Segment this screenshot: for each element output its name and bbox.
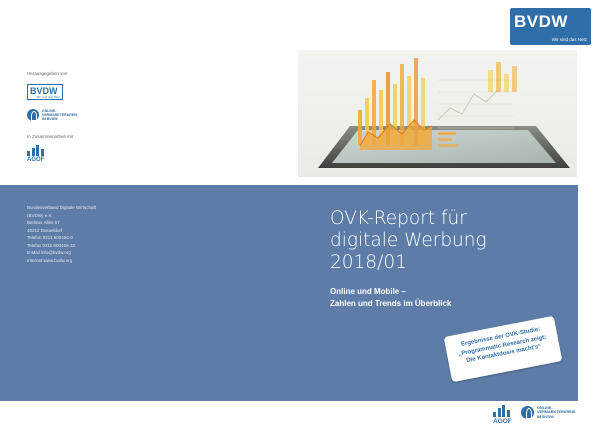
address-line: Telefax 0211 600456-33 [27, 242, 75, 248]
title-line-2: digitale Werbung [330, 230, 487, 251]
published-by-label: Herausgegeben von [27, 71, 68, 76]
tablet-chart-illustration [298, 50, 577, 177]
ovk-line-3: IM BVDW [537, 414, 554, 419]
title-line-3: 2018/01 [330, 252, 407, 273]
report-title: OVK-Report für digitale Werbung 2018/01 [330, 208, 487, 274]
address-line: (BVDW) e.V. [27, 212, 53, 218]
bvdw-small-tagline: Wir sind das Netz [36, 95, 60, 99]
agof-small-logo: AGOF [27, 145, 51, 165]
ovk-logo: ONLINE- VERMARKTERKREIS IM BVDW [521, 405, 577, 421]
in-cooperation-label: In Zusammenarbeit mit [27, 134, 74, 139]
address-line: 40212 Düsseldorf [27, 227, 63, 233]
report-subtitle: Online und Mobile – Zahlen und Trends im… [330, 286, 451, 310]
ovk-logo-text: ONLINE- VERMARKTERKREIS IM BVDW [537, 406, 577, 419]
ovk-mark-icon [521, 406, 534, 419]
agof-logo: AGOF [493, 405, 517, 427]
line-overlay [437, 89, 499, 121]
ovk-small-text: ONLINE- VERMARKTERKREIS IM BVDW [42, 109, 78, 121]
chart-grid [438, 79, 513, 129]
agof-bars-icon [493, 405, 510, 417]
report-cover: BVDW Wir sind das Netz Herausgegeben von… [0, 0, 600, 433]
bvdw-logo: BVDW Wir sind das Netz [510, 8, 591, 45]
address-line: Bundesverband Digitale Wirtschaft [27, 205, 97, 210]
ovk-small-logo: ONLINE- VERMARKTERKREIS IM BVDW [27, 108, 77, 122]
address-line: E-Mail info@bvdw.org [27, 250, 71, 255]
tablet-chart-graphic [318, 58, 570, 168]
ovk-mark-icon [27, 109, 39, 121]
subtitle-line-1: Online und Mobile – [330, 287, 406, 296]
bvdw-logo-wordmark: BVDW [514, 12, 568, 31]
address-line: Internet www.bvdw.org [27, 257, 73, 263]
bvdw-small-logo: BVDW Wir sind das Netz [27, 84, 63, 100]
bvdw-logo-tagline: Wir sind das Netz [551, 37, 587, 42]
back-bars [488, 62, 517, 92]
agof-wordmark: AGOF [493, 418, 512, 425]
agof-small-wordmark: AGOF [27, 157, 45, 163]
ovk-line-3: IM BVDW [42, 117, 58, 121]
address-line: Telefon 0211 600456-0 [27, 235, 73, 240]
address-block: Bundesverband Digitale Wirtschaft (BVDW)… [27, 204, 96, 264]
agof-bars-icon [27, 145, 44, 156]
subtitle-line-2: Zahlen und Trends im Überblick [330, 299, 452, 308]
address-line: Berliner Allee 57 [27, 220, 60, 225]
title-line-1: OVK-Report für [330, 208, 467, 229]
